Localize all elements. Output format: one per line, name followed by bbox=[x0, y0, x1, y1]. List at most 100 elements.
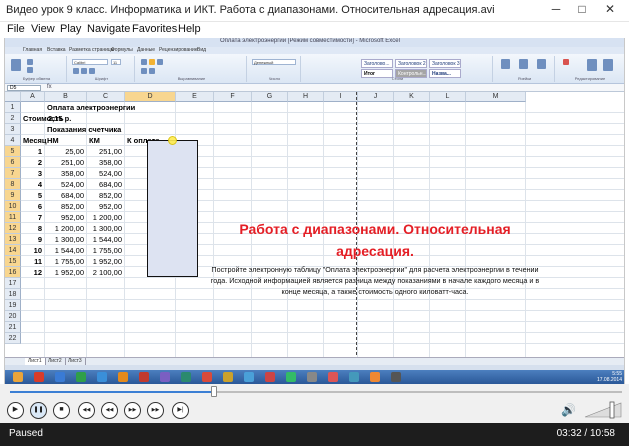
next-button[interactable]: ▶▶ bbox=[147, 402, 164, 419]
ribbon-group-label: Выравнивание bbox=[177, 76, 206, 81]
font-size-box: 11 bbox=[111, 59, 121, 65]
sheet-tab-1: Лист1 bbox=[25, 358, 46, 365]
column-header-g: G bbox=[252, 92, 288, 102]
align-middle-icon bbox=[149, 59, 155, 65]
sheet-tabs: Лист1 Лист2 Лист3 bbox=[5, 357, 624, 365]
taskbar-app-icon bbox=[307, 372, 317, 382]
column-header-h: H bbox=[288, 92, 324, 102]
volume-icon[interactable]: 🔊 bbox=[561, 403, 577, 417]
play-button[interactable]: ▶ bbox=[7, 402, 24, 419]
menu-file[interactable]: File bbox=[7, 23, 25, 35]
paste-icon bbox=[11, 59, 21, 71]
taskbar-app-icon bbox=[202, 372, 212, 382]
cell-a10: 6 bbox=[37, 202, 42, 211]
row-header: 9 bbox=[5, 190, 21, 201]
taskbar-app-icon bbox=[349, 372, 359, 382]
menu-favorites[interactable]: Favorites bbox=[132, 23, 177, 35]
frame-step-button[interactable]: ▶| bbox=[172, 402, 189, 419]
volume-slider[interactable] bbox=[583, 401, 623, 419]
cell-c5: 251,00 bbox=[99, 147, 122, 156]
ribbon-group-font: Calibri 11 Шрифт bbox=[69, 56, 135, 82]
cell-a13: 9 bbox=[37, 235, 42, 244]
taskbar-app-icon bbox=[391, 372, 401, 382]
grid-hline bbox=[21, 332, 624, 333]
cell-a9: 5 bbox=[37, 191, 42, 200]
grid-hline bbox=[21, 343, 624, 344]
cursor-highlight bbox=[168, 136, 177, 145]
cell-a14: 10 bbox=[33, 246, 42, 255]
close-button[interactable]: ✕ bbox=[598, 0, 622, 20]
bold-icon bbox=[73, 68, 79, 74]
pause-button[interactable]: ❚❚ bbox=[30, 402, 47, 419]
sort-filter-icon bbox=[587, 59, 597, 71]
ribbon-group-clipboard: Буфер обмена bbox=[7, 56, 67, 82]
taskbar-app-icon bbox=[328, 372, 338, 382]
window-title: Видео урок 9 класс. Информатика и ИКТ. Р… bbox=[6, 4, 495, 16]
cell-a5: 1 bbox=[37, 147, 42, 156]
row-header: 20 bbox=[5, 311, 21, 322]
menu-help[interactable]: Help bbox=[178, 23, 201, 35]
menu-view[interactable]: View bbox=[31, 23, 55, 35]
cell-c13: 1 544,00 bbox=[92, 235, 122, 244]
ribbon-tab: Вид bbox=[197, 47, 207, 53]
taskbar-app-icon bbox=[286, 372, 296, 382]
cell-c8: 684,00 bbox=[99, 180, 122, 189]
find-icon bbox=[603, 59, 613, 71]
row-header: 14 bbox=[5, 245, 21, 256]
column-header-j: J bbox=[358, 92, 394, 102]
cell-b9: 684,00 bbox=[61, 191, 84, 200]
column-header-f: F bbox=[214, 92, 252, 102]
row-header: 4 bbox=[5, 135, 21, 146]
ribbon-tab: Разметка страницы bbox=[69, 47, 115, 53]
seek-progress bbox=[10, 391, 214, 393]
fast-forward-button[interactable]: ▶▶ bbox=[124, 402, 141, 419]
minimize-button[interactable]: ─ bbox=[544, 0, 568, 20]
ribbon-tab: Вставка bbox=[47, 47, 66, 53]
row-header: 13 bbox=[5, 234, 21, 245]
excel-ribbon-tabs: Главная Вставка Разметка страницы Формул… bbox=[5, 47, 624, 54]
playback-status: Paused bbox=[9, 428, 43, 439]
column-header-b: B bbox=[45, 92, 87, 102]
video-frame[interactable]: Оплата электроэнергии [Режим совместимос… bbox=[4, 38, 625, 384]
cell-c15: 1 952,00 bbox=[92, 257, 122, 266]
formula-bar: D5 fx bbox=[5, 84, 624, 92]
row-header: 15 bbox=[5, 256, 21, 267]
selected-range-d5-d16 bbox=[147, 140, 198, 277]
taskbar-app-icon bbox=[244, 372, 254, 382]
cell-a11: 7 bbox=[37, 213, 42, 222]
menu-navigate[interactable]: Navigate bbox=[87, 23, 130, 35]
windows-taskbar: 5:55 17.08.2014 bbox=[5, 370, 624, 384]
menu-play[interactable]: Play bbox=[60, 23, 81, 35]
cell-c11: 1 200,00 bbox=[92, 213, 122, 222]
delete-cells-icon bbox=[519, 59, 528, 69]
cut-icon bbox=[27, 59, 33, 65]
seek-bar[interactable] bbox=[0, 384, 629, 399]
cell-b1: Оплата электроэнергии bbox=[47, 103, 136, 112]
stop-button[interactable]: ■ bbox=[53, 402, 70, 419]
rewind-button[interactable]: ◀◀ bbox=[101, 402, 118, 419]
row-header: 18 bbox=[5, 289, 21, 300]
excel-title: Оплата электроэнергии [Режим совместимос… bbox=[220, 38, 400, 44]
taskbar-clock: 5:55 17.08.2014 bbox=[596, 371, 622, 383]
ribbon-group-cells: Ячейки bbox=[495, 56, 555, 82]
row-header: 16 bbox=[5, 267, 21, 278]
row-header: 3 bbox=[5, 124, 21, 135]
insert-cells-icon bbox=[501, 59, 510, 69]
cell-c10: 952,00 bbox=[99, 202, 122, 211]
media-player-window: Видео урок 9 класс. Информатика и ИКТ. Р… bbox=[0, 0, 629, 446]
cell-c7: 524,00 bbox=[99, 169, 122, 178]
cell-c9: 852,00 bbox=[99, 191, 122, 200]
previous-button[interactable]: ◀◀ bbox=[78, 402, 95, 419]
align-bottom-icon bbox=[157, 59, 163, 65]
status-bar: Paused 03:32 / 10:58 bbox=[0, 423, 629, 446]
lesson-title: Работа с диапазонами. Относительная адре… bbox=[239, 221, 511, 259]
sum-icon bbox=[563, 59, 569, 65]
maximize-button[interactable]: □ bbox=[570, 0, 594, 20]
align-center-icon bbox=[149, 68, 155, 74]
cell-b2: 2,15 р. bbox=[48, 114, 72, 123]
taskbar-app-icon bbox=[223, 372, 233, 382]
cell-a15: 11 bbox=[34, 257, 42, 266]
ribbon-tab: Главная bbox=[23, 47, 43, 53]
ribbon-group-label: Стили bbox=[391, 76, 404, 81]
seek-thumb[interactable] bbox=[210, 386, 217, 397]
